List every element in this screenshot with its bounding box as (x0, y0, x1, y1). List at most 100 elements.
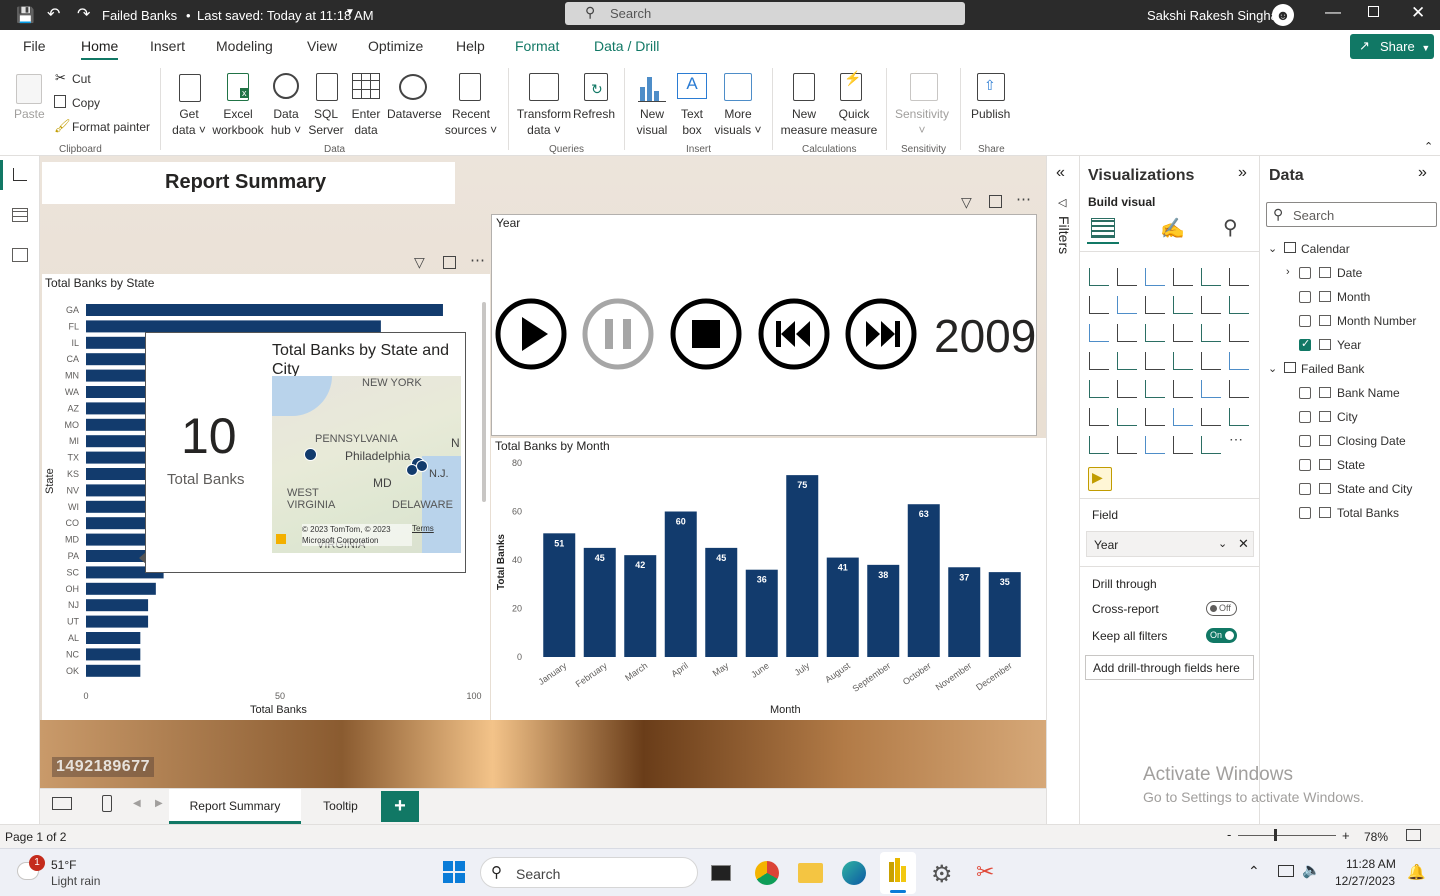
snipping-tool-icon[interactable]: ✂ (976, 859, 994, 885)
visual-type-icon[interactable] (1089, 296, 1109, 314)
new-visual-button[interactable]: New visual (634, 106, 670, 138)
field-checkbox[interactable] (1299, 483, 1311, 495)
clock-time[interactable]: 11:28 AM (1346, 857, 1396, 871)
tab-data-drill[interactable]: Data / Drill (594, 38, 659, 54)
volume-icon[interactable]: 🔈 (1302, 861, 1321, 879)
field-item[interactable]: Bank Name (1260, 386, 1440, 406)
tab-home[interactable]: Home (81, 38, 119, 60)
paste-button[interactable]: Paste (14, 106, 45, 122)
visual-type-icon[interactable] (1229, 324, 1249, 342)
pause-button-icon[interactable] (582, 298, 654, 370)
enter-data-button[interactable]: Enter data (348, 106, 384, 138)
field-item[interactable]: State (1260, 458, 1440, 478)
field-checkbox[interactable] (1299, 315, 1311, 327)
visual-type-icon[interactable] (1089, 352, 1109, 370)
document-title[interactable]: Failed Banks (102, 8, 177, 23)
visual-type-icon[interactable] (1145, 352, 1165, 370)
visual-type-icon[interactable] (1117, 324, 1137, 342)
month-column-chart-visual[interactable]: Total Banks by Month 0 20 40 60 80 51 January 4… (491, 438, 1046, 720)
format-visual-tab[interactable]: ✍ (1160, 216, 1185, 241)
field-item[interactable]: State and City (1260, 482, 1440, 502)
quick-measure-button[interactable]: Quick measure (830, 106, 878, 138)
chevron-down-icon[interactable]: ⌄ (1268, 362, 1277, 375)
visual-type-icon[interactable] (1229, 380, 1249, 398)
scrollbar[interactable] (482, 302, 486, 502)
visual-type-icon[interactable] (1173, 380, 1193, 398)
cut-button[interactable]: Cut (72, 71, 91, 87)
field-checkbox[interactable] (1299, 387, 1311, 399)
add-page-button[interactable]: + (381, 791, 419, 822)
visual-type-icon[interactable] (1117, 296, 1137, 314)
recent-sources-button[interactable]: Recent sources ˅ (443, 106, 499, 138)
filter-icon[interactable]: ▽ (414, 254, 425, 271)
more-visual-types-icon[interactable]: ⋯ (1229, 431, 1243, 448)
tab-file[interactable]: File (23, 38, 46, 54)
cross-report-toggle[interactable]: Off (1206, 601, 1237, 616)
visual-type-icon[interactable] (1117, 268, 1137, 286)
visual-type-icon[interactable] (1229, 352, 1249, 370)
collapse-pane-icon[interactable]: » (1238, 164, 1247, 182)
field-checkbox[interactable]: ✓ (1299, 338, 1311, 351)
table-view-icon[interactable] (12, 208, 28, 222)
field-item[interactable]: City (1260, 410, 1440, 430)
file-explorer-icon[interactable] (798, 863, 823, 883)
stop-button-icon[interactable] (670, 298, 742, 370)
format-painter-button[interactable]: Format painter (72, 119, 150, 135)
save-icon[interactable]: 💾 (16, 6, 35, 24)
more-options-icon[interactable]: ⋯ (1016, 190, 1031, 208)
power-bi-taskbar-icon[interactable] (880, 852, 916, 894)
visual-type-icon[interactable] (1117, 436, 1137, 454)
close-icon[interactable]: ✕ (1411, 3, 1425, 23)
get-data-button[interactable]: Get data ˅ (170, 106, 208, 138)
field-item[interactable]: Closing Date (1260, 434, 1440, 454)
page-tab-report-summary[interactable]: Report Summary (169, 789, 301, 824)
page-tab-tooltip[interactable]: Tooltip (302, 789, 379, 824)
remove-field-icon[interactable]: ✕ (1238, 536, 1249, 552)
visual-type-icon[interactable] (1201, 380, 1221, 398)
visual-type-icon[interactable] (1173, 352, 1193, 370)
field-checkbox[interactable] (1299, 459, 1311, 471)
visual-type-icon[interactable] (1173, 296, 1193, 314)
field-item[interactable]: ✓ Year (1260, 338, 1440, 358)
excel-workbook-button[interactable]: Excel workbook (210, 106, 266, 138)
notifications-icon[interactable]: 🔔 (1407, 863, 1426, 881)
tab-help[interactable]: Help (456, 38, 485, 54)
field-item[interactable]: › Date (1260, 266, 1440, 286)
zoom-in-icon[interactable]: + (1342, 828, 1350, 843)
visual-type-icon[interactable] (1089, 436, 1109, 454)
sensitivity-button[interactable]: Sensitivity ˅ (895, 106, 949, 138)
chevron-right-icon[interactable]: › (1286, 266, 1290, 278)
keep-all-filters-toggle[interactable]: On (1206, 628, 1237, 643)
visual-type-icon[interactable] (1173, 408, 1193, 426)
more-visuals-button[interactable]: More visuals ˅ (713, 106, 763, 138)
filter-icon[interactable]: ▽ (961, 194, 972, 211)
filters-pane-collapsed[interactable]: « ◁ Filters (1046, 156, 1079, 824)
avatar[interactable]: ☻ (1272, 4, 1294, 26)
play-axis-visual-type[interactable]: ▶ (1088, 467, 1112, 491)
collapse-pane-icon[interactable]: » (1418, 164, 1427, 182)
visual-type-icon[interactable] (1229, 268, 1249, 286)
visual-type-icon[interactable] (1117, 352, 1137, 370)
visual-type-icon[interactable] (1201, 352, 1221, 370)
visual-type-icon[interactable] (1173, 436, 1193, 454)
year-play-axis-visual[interactable]: Year 2009 (491, 214, 1037, 436)
visual-type-icon[interactable] (1089, 324, 1109, 342)
build-visual-tab[interactable] (1087, 214, 1119, 244)
visual-type-icon[interactable] (1229, 408, 1249, 426)
visual-type-icon[interactable] (1173, 324, 1193, 342)
mobile-layout-icon[interactable] (102, 795, 112, 812)
fit-to-page-icon[interactable] (1406, 829, 1421, 841)
visual-type-icon[interactable] (1145, 296, 1165, 314)
collapse-ribbon-icon[interactable]: ⌃ (1424, 140, 1433, 153)
visual-type-icon[interactable] (1201, 324, 1221, 342)
visual-type-icon[interactable] (1089, 408, 1109, 426)
minimize-icon[interactable]: — (1325, 4, 1341, 22)
previous-page-icon[interactable]: ◀ (133, 798, 141, 809)
undo-icon[interactable]: ↶ (47, 4, 60, 24)
visual-type-icon[interactable] (1089, 380, 1109, 398)
focus-mode-icon[interactable] (443, 256, 456, 269)
map-terms-link[interactable]: Terms (412, 524, 434, 533)
chrome-icon[interactable] (755, 861, 779, 885)
field-checkbox[interactable] (1299, 435, 1311, 447)
data-search-input[interactable]: ⚲ Search (1266, 202, 1437, 227)
